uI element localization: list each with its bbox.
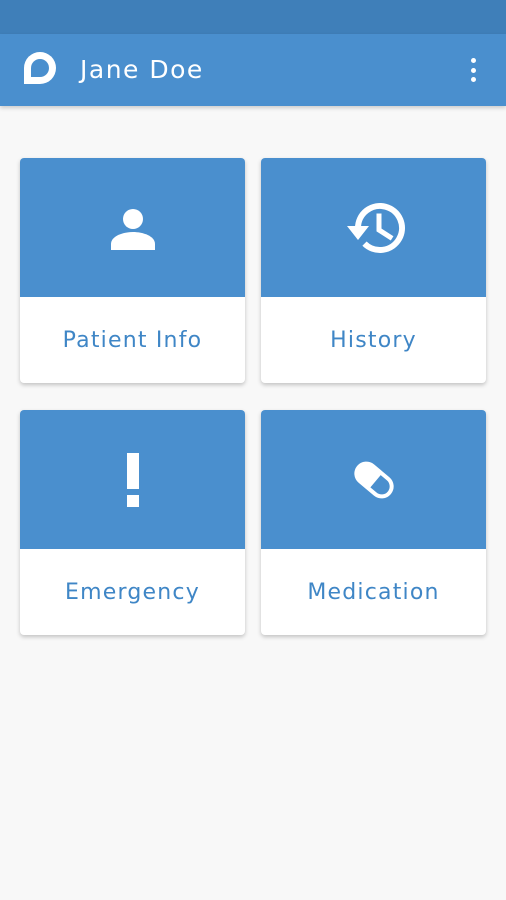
app-title: Jane Doe bbox=[80, 55, 204, 84]
tile-icon-area bbox=[261, 410, 486, 549]
tile-icon-area bbox=[20, 158, 245, 297]
history-label: History bbox=[330, 327, 417, 353]
person-icon bbox=[110, 208, 155, 250]
medication-tile[interactable]: Medication bbox=[261, 410, 486, 635]
history-icon bbox=[346, 202, 405, 253]
emergency-label: Emergency bbox=[65, 579, 200, 605]
tile-icon-area bbox=[261, 158, 486, 297]
status-bar bbox=[0, 0, 506, 34]
tile-icon-area bbox=[20, 410, 245, 549]
pill-icon bbox=[353, 461, 394, 498]
history-tile[interactable]: History bbox=[261, 158, 486, 383]
more-vert-icon[interactable] bbox=[464, 56, 482, 84]
app-logo-icon bbox=[20, 50, 60, 88]
patient-info-tile[interactable]: Patient Info bbox=[20, 158, 245, 383]
emergency-tile[interactable]: Emergency bbox=[20, 410, 245, 635]
medication-label: Medication bbox=[307, 579, 440, 605]
app-bar: Jane Doe bbox=[0, 34, 506, 106]
patient-info-label: Patient Info bbox=[62, 327, 203, 353]
exclamation-icon bbox=[126, 452, 139, 507]
